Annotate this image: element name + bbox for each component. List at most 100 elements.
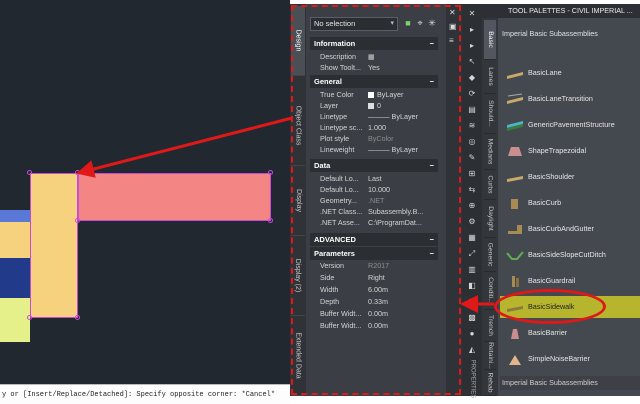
drawing-canvas[interactable] <box>0 0 290 384</box>
collapse-icon[interactable]: − <box>430 75 434 88</box>
measure-icon[interactable]: ⊞ <box>466 168 478 179</box>
grip-point[interactable] <box>268 170 273 175</box>
palette-item-basic-sidewalk[interactable]: BasicSidewalk <box>500 296 640 318</box>
block-icon[interactable]: ▩ <box>466 312 478 323</box>
grip-point[interactable] <box>75 315 80 320</box>
navy-block-shape[interactable] <box>0 258 30 298</box>
palette-item-generic-pavement-structure[interactable]: GenericPavementStructure <box>500 114 640 136</box>
tab-rehab[interactable]: Rehab <box>484 370 496 396</box>
palette-item-basic-guardrail[interactable]: BasicGuardrail <box>500 270 640 292</box>
palette-item-basic-barrier[interactable]: BasicBarrier <box>500 322 640 344</box>
property-row[interactable]: Layer 0 <box>310 100 438 111</box>
tab-design[interactable]: Design <box>291 6 305 76</box>
tool-icon[interactable]: ◆ <box>466 72 478 83</box>
property-row[interactable]: Linetype ——— ByLayer <box>310 111 438 122</box>
close-icon[interactable]: ✕ <box>449 8 456 17</box>
tab-lanes[interactable]: Lanes <box>484 60 496 94</box>
tab-daylight[interactable]: Daylight <box>484 200 496 238</box>
palette-item-basic-lane-transition[interactable]: BasicLaneTransition <box>500 88 640 110</box>
property-row[interactable]: Buffer Widt... 0.00m <box>310 320 438 331</box>
refresh-icon[interactable]: ⟳ <box>466 88 478 99</box>
command-line[interactable]: y or [Insert/Replace/Detached]: Specify … <box>0 384 290 404</box>
pin-icon[interactable]: ▣ <box>449 22 457 31</box>
pointer-icon[interactable]: ↖ <box>466 56 478 67</box>
property-row[interactable]: True Color ByLayer <box>310 89 438 100</box>
property-row[interactable]: .NET Asse... C:\ProgramDat... <box>310 217 438 228</box>
wedge-icon[interactable]: ◭ <box>466 344 478 355</box>
shoulder-shape[interactable] <box>30 173 78 318</box>
palette-item-basic-shoulder[interactable]: BasicShoulder <box>500 166 640 188</box>
grip-point[interactable] <box>75 170 80 175</box>
property-row[interactable]: Side Right <box>310 272 438 283</box>
palette-item-shape-trapezoidal[interactable]: ShapeTrapezoidal <box>500 140 640 162</box>
scale-icon[interactable]: ⤢ <box>466 248 478 259</box>
properties-menu-icon[interactable]: ≡ <box>449 36 454 45</box>
property-row[interactable]: Default Lo... Last <box>310 173 438 184</box>
select-objects-icon[interactable]: ⌖ <box>415 17 425 29</box>
section-advanced[interactable]: ADVANCED − <box>310 233 438 246</box>
tab-trench[interactable]: Trench <box>484 310 496 342</box>
view-icon[interactable]: ◎ <box>466 136 478 147</box>
palette-item-basic-side-slope-cut-ditch[interactable]: BasicSideSlopeCutDitch <box>500 244 640 266</box>
property-row[interactable]: .NET Class... Subassembly.B... <box>310 206 438 217</box>
layers-icon[interactable]: ≋ <box>466 120 478 131</box>
align-icon[interactable]: ⇆ <box>466 184 478 195</box>
section-general[interactable]: General − <box>310 75 438 88</box>
tab-display-2[interactable]: Display (2) <box>291 236 305 316</box>
tab-object-class[interactable]: Object Class <box>291 86 305 166</box>
property-row[interactable]: Plot style ByColor <box>310 133 438 144</box>
sphere-icon[interactable]: ● <box>466 328 478 339</box>
tab-conditional[interactable]: Conditi... <box>484 272 496 310</box>
section-information[interactable]: Information − <box>310 37 438 50</box>
grip-point[interactable] <box>27 170 32 175</box>
section-parameters[interactable]: Parameters − <box>310 247 438 260</box>
select-icon[interactable]: ▸ <box>466 40 478 51</box>
tab-shoulders[interactable]: Should... <box>484 94 496 134</box>
toggle-pickadd-icon[interactable]: ■ <box>403 17 413 29</box>
sidewalk-shape[interactable] <box>78 173 271 221</box>
tab-retaining[interactable]: Retaini... <box>484 342 496 370</box>
collapse-icon[interactable]: − <box>430 159 434 172</box>
collapse-icon[interactable]: − <box>430 233 434 246</box>
property-row[interactable]: Description ▦ <box>310 51 438 62</box>
close-icon[interactable]: ✕ <box>466 8 478 19</box>
grip-point[interactable] <box>27 315 32 320</box>
property-row[interactable]: Buffer Widt... 0.00m <box>310 308 438 319</box>
palette-icon[interactable]: ◧ <box>466 280 478 291</box>
grip-point[interactable] <box>75 218 80 223</box>
collapse-icon[interactable]: − <box>430 247 434 260</box>
properties-icon[interactable]: ▤ <box>466 104 478 115</box>
tab-curbs[interactable]: Curbs <box>484 170 496 200</box>
insert-icon[interactable]: ⊕ <box>466 200 478 211</box>
quick-select-icon[interactable]: ✳ <box>427 17 437 29</box>
property-row[interactable]: Width 6.00m <box>310 284 438 295</box>
grip-point[interactable] <box>268 218 273 223</box>
settings-icon[interactable]: ⚙ <box>466 216 478 227</box>
tab-display[interactable]: Display <box>291 166 305 236</box>
tab-generic[interactable]: Generic <box>484 238 496 272</box>
arrow-icon[interactable]: ▸ <box>466 24 478 35</box>
palette-item-basic-curb[interactable]: BasicCurb <box>500 192 640 214</box>
property-row[interactable]: Depth 0.33m <box>310 296 438 307</box>
property-row[interactable]: Lineweight ——— ByLayer <box>310 144 438 155</box>
property-row[interactable]: Geometry... .NET <box>310 195 438 206</box>
blue-lane-shape[interactable] <box>0 210 30 222</box>
tab-extended-data[interactable]: Extended Data <box>291 316 305 396</box>
tab-basic[interactable]: Basic <box>484 20 496 60</box>
palette-item-basic-curb-and-gutter[interactable]: BasicCurbAndGutter <box>500 218 640 240</box>
table-icon[interactable]: ▥ <box>466 264 478 275</box>
property-row[interactable]: Version R2017 <box>310 260 438 271</box>
box-icon[interactable]: ▢ <box>466 296 478 307</box>
tab-medians[interactable]: Medians <box>484 134 496 170</box>
grid-icon[interactable]: ▦ <box>466 232 478 243</box>
collapse-icon[interactable]: − <box>430 37 434 50</box>
section-data[interactable]: Data − <box>310 159 438 172</box>
property-row[interactable]: Show Toolt... Yes <box>310 62 438 73</box>
palette-item-basic-lane[interactable]: BasicLane <box>500 62 640 84</box>
selection-dropdown[interactable]: No selection ▾ <box>310 17 398 31</box>
property-row[interactable]: Default Lo... 10.000 <box>310 184 438 195</box>
edit-icon[interactable]: ✎ <box>466 152 478 163</box>
palette-item-simple-noise-barrier[interactable]: SimpleNoiseBarrier <box>500 348 640 370</box>
yellow-block-shape[interactable] <box>0 222 30 258</box>
property-row[interactable]: Linetype sc... 1.000 <box>310 122 438 133</box>
